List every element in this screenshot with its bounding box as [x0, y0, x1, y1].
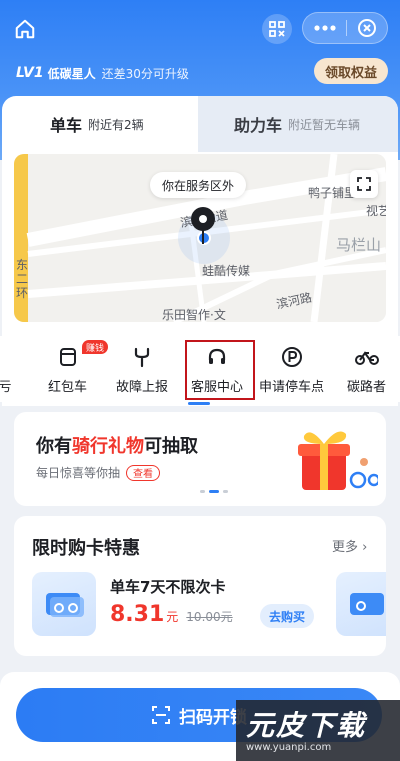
- close-button[interactable]: [347, 13, 387, 43]
- map-label: 乐田智作·文: [162, 308, 226, 322]
- service-label: 申请停车点: [259, 380, 325, 395]
- wrench-icon: [129, 344, 155, 370]
- bike-card-icon: [350, 593, 384, 615]
- service-label: 红包车: [48, 380, 88, 395]
- offers-title: 限时购卡特惠: [32, 538, 140, 559]
- service-item-parking-request[interactable]: 申请停车点: [259, 344, 324, 395]
- scan-button[interactable]: [262, 14, 292, 44]
- service-item-partial[interactable]: 亏: [0, 344, 18, 395]
- tab-bike[interactable]: 单车 附近有2辆: [50, 96, 144, 152]
- service-label: 故障上报: [116, 380, 169, 395]
- expand-icon: [357, 177, 371, 191]
- service-item-carbon-rider[interactable]: 碳路者: [347, 344, 386, 395]
- scan-icon: [152, 706, 170, 724]
- tab-bike-title: 单车: [50, 116, 83, 135]
- service-item-fault-report[interactable]: 故障上报: [116, 344, 168, 395]
- offers-more-label: 更多: [332, 540, 359, 555]
- carousel-dot-active: [209, 490, 219, 493]
- original-price: 10.00元: [186, 610, 233, 624]
- tab-bike-sub: 附近有2辆: [88, 117, 144, 132]
- mini-program-capsule: [302, 12, 388, 44]
- chevron-right-icon: ›: [358, 540, 368, 555]
- map-label: 马栏山: [336, 236, 382, 254]
- partial-icon: [0, 344, 18, 370]
- tab-assist-title: 助力车: [234, 116, 283, 135]
- service-label: 碳路者: [347, 380, 387, 395]
- gift-view-button[interactable]: 查看: [126, 464, 161, 481]
- close-circle-icon: [358, 19, 377, 37]
- tab-assist-bike[interactable]: 助力车 附近暂无车辆: [234, 96, 360, 152]
- service-label: 亏: [0, 380, 12, 395]
- tab-assist-sub: 附近暂无车辆: [288, 117, 361, 132]
- ride-gift-card[interactable]: 你有骑行礼物可抽取 每日惊喜等你抽 查看: [14, 412, 386, 506]
- claim-benefits-button[interactable]: 领取权益: [314, 58, 388, 84]
- buy-button[interactable]: 去购买: [260, 604, 314, 628]
- service-item-redpacket-bike[interactable]: 红包车 赚钱: [48, 340, 109, 395]
- gift-title-prefix: 你有: [36, 436, 72, 457]
- gift-title: 你有骑行礼物可抽取: [36, 432, 198, 458]
- location-pin-icon: [190, 206, 216, 250]
- watermark: 元皮下载 www.yuanpi.com: [236, 700, 400, 761]
- offers-more-link[interactable]: 更多 ›: [332, 536, 367, 555]
- gift-subtitle-text: 每日惊喜等你抽: [36, 466, 121, 480]
- scan-code-icon: [269, 21, 285, 37]
- card-thumbnail-next[interactable]: [336, 572, 386, 636]
- gift-subtitle: 每日惊喜等你抽 查看: [36, 464, 161, 481]
- carousel-dot: [223, 490, 228, 493]
- card-name: 单车7天不限次卡: [110, 578, 226, 596]
- gift-title-highlight: 骑行礼物: [72, 436, 144, 457]
- level-badge: LV1: [16, 65, 44, 81]
- more-button[interactable]: [303, 13, 346, 43]
- card-price: 8.31 元 10.00元: [110, 602, 233, 627]
- card-offers-section: 限时购卡特惠 更多 › 单车7天不限次卡 8.31 元 10.00元 去购买: [14, 516, 386, 656]
- highlight-box: [185, 340, 255, 400]
- earn-badge: 赚钱: [82, 340, 109, 354]
- price-unit: 元: [166, 610, 179, 624]
- watermark-logo: 元皮下载: [246, 709, 367, 742]
- carousel-dots: [200, 490, 228, 493]
- more-dots-icon: [314, 25, 336, 31]
- map-label: 蛙酷传媒: [202, 264, 251, 278]
- home-icon: [15, 19, 35, 39]
- level-hint: 还差30分可升级: [101, 66, 189, 81]
- level-name: 低碳星人: [47, 66, 96, 81]
- level-row: LV1 低碳星人 还差30分可升级: [16, 62, 189, 84]
- bike-icon: [354, 344, 380, 370]
- map-view[interactable]: 鸭子铺里 滨江大道 蛙酷传媒 乐田智作·文 滨河路 马栏山 东二环 视艺 你在服…: [14, 154, 386, 322]
- price-value: 8.31: [110, 602, 165, 627]
- services-scroll-indicator: [188, 402, 210, 405]
- map-label: 视艺: [366, 204, 386, 218]
- service-area-bubble: 你在服务区外: [150, 172, 247, 198]
- carousel-dot: [200, 490, 205, 493]
- map-label: 鸭子铺里: [308, 186, 357, 200]
- redpacket-bike-icon: [55, 344, 81, 370]
- bike-card-icon: [46, 593, 84, 617]
- map-label: 东二环: [16, 258, 29, 300]
- gift-box-illustration: [290, 422, 381, 504]
- gift-title-suffix: 可抽取: [144, 436, 198, 457]
- home-button[interactable]: [10, 14, 40, 44]
- watermark-url: www.yuanpi.com: [246, 742, 332, 753]
- map-expand-button[interactable]: [350, 170, 378, 198]
- card-thumbnail: [32, 572, 96, 636]
- parking-icon: [279, 344, 305, 370]
